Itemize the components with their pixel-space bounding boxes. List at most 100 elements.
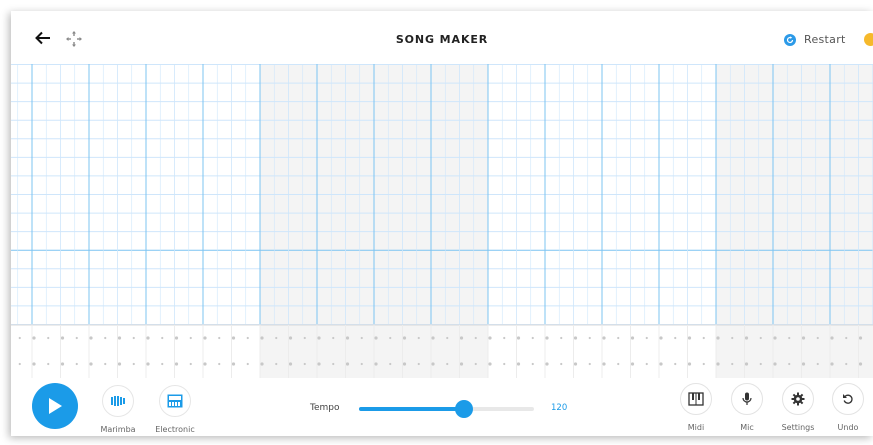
percussion-dot bbox=[858, 362, 863, 366]
restart-button[interactable]: Restart bbox=[784, 33, 846, 46]
instrument-marimba-label: Marimba bbox=[100, 425, 136, 434]
undo-button[interactable]: Undo bbox=[831, 383, 865, 432]
percussion-dot bbox=[645, 362, 648, 366]
note-grid-canvas[interactable] bbox=[11, 64, 873, 378]
settings-button[interactable]: Settings bbox=[781, 383, 815, 432]
percussion-dot bbox=[488, 362, 492, 366]
tempo-label: Tempo bbox=[310, 403, 340, 413]
percussion-dot bbox=[845, 362, 848, 366]
percussion-dot bbox=[417, 336, 420, 340]
tempo-slider-fill bbox=[359, 407, 464, 411]
percussion-dot bbox=[47, 336, 50, 340]
percussion-dot bbox=[288, 336, 293, 340]
play-button[interactable] bbox=[32, 383, 78, 429]
percussion-dot bbox=[588, 362, 591, 366]
percussion-dot bbox=[332, 362, 335, 366]
percussion-dot bbox=[731, 336, 734, 340]
percussion-dot bbox=[231, 336, 236, 340]
percussion-dot bbox=[203, 336, 207, 340]
percussion-dot bbox=[788, 362, 791, 366]
percussion-dot bbox=[75, 336, 78, 340]
instrument-marimba-button[interactable]: Marimba bbox=[100, 385, 136, 434]
percussion-dot bbox=[816, 362, 819, 366]
percussion-dot bbox=[516, 362, 521, 366]
tempo-slider-thumb[interactable] bbox=[455, 400, 473, 418]
percussion-dot bbox=[104, 336, 107, 340]
percussion-dot bbox=[830, 336, 834, 340]
percussion-dot bbox=[89, 362, 93, 366]
percussion-dot bbox=[389, 336, 392, 340]
percussion-dot bbox=[288, 362, 293, 366]
marimba-icon bbox=[102, 385, 134, 417]
percussion-dot bbox=[260, 336, 264, 340]
percussion-dot bbox=[773, 336, 777, 340]
midi-button[interactable]: Midi bbox=[679, 383, 713, 432]
percussion-dot bbox=[588, 336, 591, 340]
percussion-dot bbox=[374, 362, 378, 366]
percussion-dot bbox=[545, 362, 549, 366]
percussion-dot bbox=[531, 362, 534, 366]
mic-button[interactable]: Mic bbox=[730, 383, 764, 432]
percussion-dot bbox=[146, 336, 150, 340]
note-grid[interactable] bbox=[11, 64, 873, 378]
restart-label: Restart bbox=[804, 33, 846, 46]
electronic-icon bbox=[159, 385, 191, 417]
percussion-dot bbox=[446, 336, 449, 340]
percussion-dot bbox=[687, 362, 692, 366]
percussion-dot bbox=[132, 336, 135, 340]
percussion-dot bbox=[146, 362, 150, 366]
percussion-dot bbox=[117, 336, 122, 340]
percussion-dot bbox=[531, 336, 534, 340]
percussion-dot bbox=[674, 362, 677, 366]
percussion-dot bbox=[674, 336, 677, 340]
shaded-bar bbox=[716, 64, 873, 378]
tempo-value: 120 bbox=[551, 403, 568, 413]
percussion-dot bbox=[275, 336, 278, 340]
percussion-dot bbox=[617, 362, 620, 366]
gear-icon bbox=[782, 383, 814, 415]
song-maker-window: SONG MAKER Restart Marimba Electronic Te… bbox=[11, 11, 873, 436]
percussion-dot bbox=[60, 336, 65, 340]
percussion-dot bbox=[402, 336, 407, 340]
percussion-dot bbox=[459, 336, 464, 340]
percussion-dot bbox=[687, 336, 692, 340]
percussion-dot bbox=[75, 362, 78, 366]
mic-icon bbox=[731, 383, 763, 415]
percussion-dot bbox=[104, 362, 107, 366]
percussion-dot bbox=[345, 362, 350, 366]
percussion-dot bbox=[18, 362, 21, 366]
percussion-dot bbox=[659, 362, 663, 366]
percussion-dot bbox=[474, 362, 477, 366]
percussion-dot bbox=[630, 336, 635, 340]
percussion-dot bbox=[32, 336, 36, 340]
percussion-dot bbox=[345, 336, 350, 340]
piano-icon bbox=[680, 383, 712, 415]
percussion-dot bbox=[303, 336, 306, 340]
undo-label: Undo bbox=[837, 423, 859, 432]
percussion-dot bbox=[602, 362, 606, 366]
percussion-dot bbox=[630, 362, 635, 366]
play-icon bbox=[49, 398, 62, 414]
instrument-electronic-button[interactable]: Electronic bbox=[155, 385, 195, 434]
tempo-slider[interactable] bbox=[359, 400, 534, 418]
percussion-dot bbox=[503, 362, 506, 366]
percussion-dot bbox=[503, 336, 506, 340]
percussion-dot bbox=[645, 336, 648, 340]
percussion-dot bbox=[716, 336, 720, 340]
help-icon[interactable] bbox=[864, 33, 873, 46]
percussion-dot bbox=[47, 362, 50, 366]
percussion-dot bbox=[417, 362, 420, 366]
percussion-dot bbox=[858, 336, 863, 340]
percussion-dot bbox=[389, 362, 392, 366]
percussion-dot bbox=[716, 362, 720, 366]
restart-icon bbox=[784, 33, 796, 46]
percussion-dot bbox=[189, 336, 192, 340]
percussion-dot bbox=[60, 362, 65, 366]
percussion-dot bbox=[816, 336, 819, 340]
percussion-dot bbox=[275, 362, 278, 366]
percussion-dot bbox=[132, 362, 135, 366]
percussion-dot bbox=[246, 362, 249, 366]
percussion-dot bbox=[303, 362, 306, 366]
control-bar: Marimba Electronic Tempo 120 Midi Mic Se… bbox=[11, 379, 873, 436]
percussion-dot bbox=[189, 362, 192, 366]
